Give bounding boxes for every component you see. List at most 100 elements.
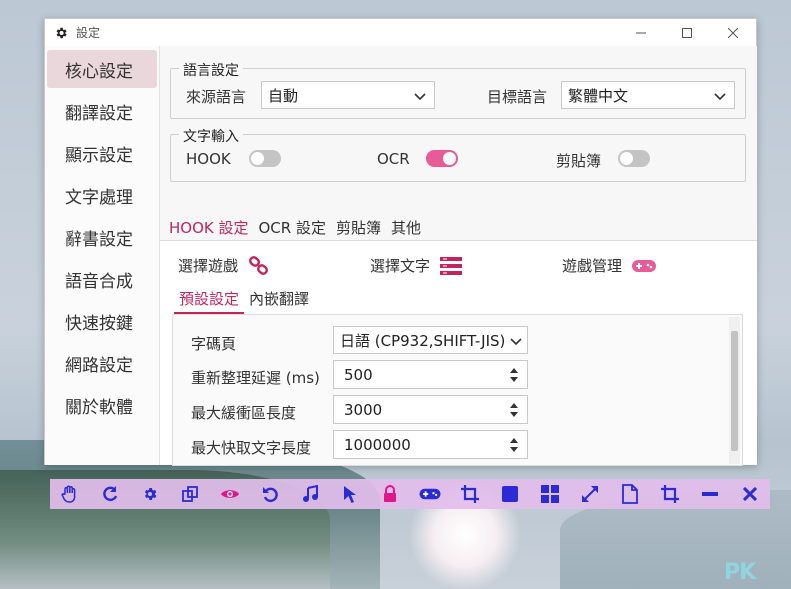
clipboard-toggle[interactable]: [618, 150, 650, 167]
sidebar-item-text-processing[interactable]: 文字處理: [47, 176, 157, 214]
minimize-button[interactable]: [618, 19, 664, 46]
tab-hook[interactable]: HOOK 設定: [164, 215, 254, 243]
game-manage-button[interactable]: 遊戲管理: [562, 255, 657, 276]
tts-button[interactable]: [290, 479, 330, 509]
chevron-down-icon: [714, 93, 726, 101]
show-button[interactable]: [210, 479, 250, 509]
chevron-down-icon: [510, 338, 522, 346]
hook-label: HOOK: [186, 150, 231, 168]
source-language-label: 來源語言: [186, 88, 247, 106]
hook-panel: 選擇遊戲 選擇文字 遊戲管理 預設設定 內嵌翻譯 字碼頁 日語 (CP932,S…: [160, 240, 757, 466]
hand-icon: [61, 485, 76, 503]
tab-clipboard[interactable]: 剪貼簿: [331, 215, 386, 243]
pointer-icon: [344, 486, 356, 503]
hook-subtabs: 預設設定 內嵌翻譯: [174, 286, 314, 314]
chevron-down-icon: [414, 93, 426, 101]
subtab-embedded[interactable]: 內嵌翻譯: [244, 286, 314, 314]
refresh-button[interactable]: [90, 479, 130, 509]
sidebar-item-tts[interactable]: 語音合成: [47, 260, 157, 298]
max-cache-value: 1000000: [344, 435, 411, 454]
sidebar-item-translation[interactable]: 翻譯設定: [47, 92, 157, 130]
target-language-select[interactable]: 繁體中文: [561, 81, 735, 109]
tab-other[interactable]: 其他: [386, 215, 426, 243]
ocr-toggle[interactable]: [426, 150, 458, 167]
gear-icon: [54, 26, 68, 40]
select-text-button[interactable]: 選擇文字: [370, 255, 463, 276]
undo-icon: [263, 487, 278, 503]
gear-icon: [144, 488, 157, 500]
subtab-default[interactable]: 預設設定: [174, 286, 245, 314]
crop-button[interactable]: [450, 479, 490, 509]
minimize-icon: [702, 492, 718, 496]
hook-toggle[interactable]: [249, 150, 281, 167]
clipboard-label: 剪貼簿: [556, 152, 602, 170]
crop-icon: [461, 485, 479, 503]
undo-button[interactable]: [250, 479, 290, 509]
close-icon: [728, 27, 738, 38]
max-cache-spinbox[interactable]: 1000000: [333, 430, 528, 459]
maximize-icon: [682, 27, 692, 38]
game-manage-label: 遊戲管理: [562, 257, 623, 275]
tab-ocr[interactable]: OCR 設定: [254, 215, 331, 243]
scrollbar[interactable]: [729, 317, 740, 464]
gamepad-icon: [419, 488, 441, 500]
language-legend: 語言設定: [179, 60, 243, 80]
window-title: 設定: [76, 26, 101, 40]
square-button[interactable]: [490, 479, 530, 509]
codepage-label: 字碼頁: [191, 335, 237, 353]
max-buffer-value: 3000: [344, 400, 383, 419]
file-button[interactable]: [610, 479, 650, 509]
spin-arrows-icon[interactable]: [509, 366, 519, 384]
close-button[interactable]: [710, 19, 756, 46]
gamepad-icon: [632, 258, 657, 274]
list-icon: [440, 256, 463, 275]
codepage-value: 日語 (CP932,SHIFT-JIS): [340, 331, 506, 350]
ocr-label: OCR: [377, 150, 410, 168]
main-content: 語言設定 來源語言 自動 目標語言 繁體中文 文字輸入 HOOK OCR 剪貼簿…: [159, 46, 757, 466]
game-button[interactable]: [410, 479, 450, 509]
expand-icon: [582, 486, 598, 502]
close-icon: [743, 487, 757, 501]
settings-window: 設定 核心設定 翻譯設定 顯示設定 文字處理 辭書設定 語音合成 快速按鍵 網路…: [44, 18, 757, 466]
select-game-button[interactable]: 選擇遊戲: [178, 255, 270, 276]
refresh-delay-value: 500: [344, 365, 373, 384]
sidebar-item-about[interactable]: 關於軟體: [47, 386, 157, 424]
crop2-button[interactable]: [650, 479, 690, 509]
hand-button[interactable]: [50, 479, 90, 509]
target-language-value: 繁體中文: [568, 86, 629, 105]
windows-button[interactable]: [530, 479, 570, 509]
maximize-button[interactable]: [664, 19, 710, 46]
max-buffer-spinbox[interactable]: 3000: [333, 395, 528, 424]
sidebar-item-network[interactable]: 網路設定: [47, 344, 157, 382]
eye-icon: [221, 490, 239, 498]
sidebar-item-hotkeys[interactable]: 快速按鍵: [47, 302, 157, 340]
title-bar[interactable]: 設定: [45, 19, 756, 46]
lock-button[interactable]: [370, 479, 410, 509]
spin-arrows-icon[interactable]: [509, 401, 519, 419]
refresh-delay-spinbox[interactable]: 500: [333, 360, 528, 389]
sidebar-item-dictionary[interactable]: 辭書設定: [47, 218, 157, 256]
text-input-legend: 文字輸入: [179, 126, 243, 146]
sidebar-item-core[interactable]: 核心設定: [47, 50, 157, 88]
spin-arrows-icon[interactable]: [509, 436, 519, 454]
file-icon: [622, 484, 638, 504]
close-toolbar-button[interactable]: [730, 479, 770, 509]
settings-tabs: HOOK 設定 OCR 設定 剪貼簿 其他: [164, 215, 426, 243]
settings-button[interactable]: [130, 479, 170, 509]
square-icon: [502, 486, 518, 502]
copy-button[interactable]: [170, 479, 210, 509]
watermark: PK: [724, 560, 756, 585]
sidebar-item-display[interactable]: 顯示設定: [47, 134, 157, 172]
refresh-delay-label: 重新整理延遲 (ms): [191, 369, 320, 387]
source-language-select[interactable]: 自動: [261, 81, 435, 109]
text-input-group: 文字輸入 HOOK OCR 剪貼簿: [170, 126, 746, 182]
pointer-button[interactable]: [330, 479, 370, 509]
max-cache-label: 最大快取文字長度: [191, 439, 312, 457]
expand-button[interactable]: [570, 479, 610, 509]
minimize-toolbar-button[interactable]: [690, 479, 730, 509]
language-group: 語言設定 來源語言 自動 目標語言 繁體中文: [170, 60, 746, 119]
codepage-select[interactable]: 日語 (CP932,SHIFT-JIS): [333, 326, 528, 354]
link-icon: [248, 255, 270, 276]
music-icon: [303, 485, 318, 502]
scrollbar-thumb[interactable]: [731, 331, 738, 451]
